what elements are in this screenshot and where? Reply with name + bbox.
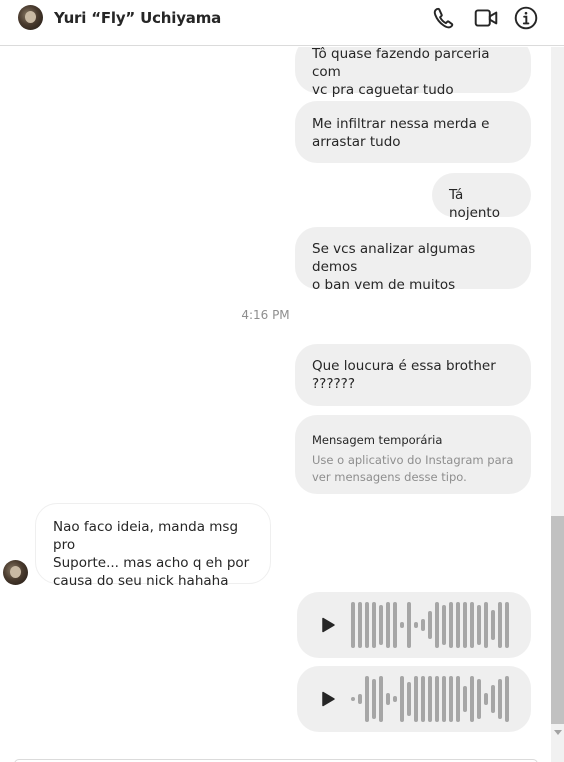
waveform-bar	[372, 602, 376, 648]
waveform-bar	[400, 676, 404, 722]
message-bubble-outgoing[interactable]: Tô quase fazendo parceria com vc pra cag…	[295, 47, 531, 98]
temporary-message-text: ver mensagens desse tipo.	[312, 470, 467, 484]
message-timestamp: 4:16 PM	[241, 308, 290, 322]
waveform	[351, 674, 511, 724]
waveform-bar	[414, 676, 418, 722]
message-line: vc pra caguetar tudo	[312, 82, 454, 98]
info-icon[interactable]	[513, 5, 539, 31]
message-line: Suporte... mas acho q eh por	[53, 555, 250, 571]
waveform-bar	[449, 602, 453, 648]
waveform-bar	[365, 602, 369, 648]
waveform-bar	[428, 676, 432, 722]
phone-icon[interactable]	[431, 5, 457, 31]
play-icon[interactable]	[319, 616, 337, 634]
waveform-bar	[505, 602, 509, 648]
scrollbar[interactable]	[551, 47, 564, 762]
message-line: o ban vem de muitos	[312, 277, 456, 293]
waveform-bar	[421, 619, 425, 631]
scrollbar-thumb[interactable]	[551, 516, 564, 724]
message-line: Me infiltrar nessa merda e	[312, 116, 490, 132]
waveform-bar	[407, 602, 411, 648]
waveform-bar	[400, 622, 404, 628]
waveform-bar	[456, 676, 460, 722]
waveform-bar	[372, 679, 376, 719]
waveform-bar	[463, 602, 467, 648]
sender-avatar[interactable]	[3, 560, 28, 585]
waveform-bar	[414, 622, 418, 628]
waveform-bar	[379, 676, 383, 722]
message-bubble-outgoing[interactable]: Me infiltrar nessa merda e arrastar tudo	[295, 101, 531, 163]
waveform-bar	[386, 693, 390, 705]
waveform-bar	[477, 679, 481, 719]
waveform-bar	[386, 602, 390, 648]
waveform-bar	[393, 696, 397, 702]
waveform-bar	[498, 602, 502, 648]
message-bubble-incoming[interactable]: Nao faco ideia, manda msg pro Suporte...…	[35, 503, 271, 589]
play-icon[interactable]	[319, 690, 337, 708]
contact-avatar[interactable]	[18, 5, 43, 30]
waveform-bar	[463, 686, 467, 712]
waveform-bar	[442, 676, 446, 722]
voice-message[interactable]	[297, 592, 531, 658]
waveform-bar	[498, 679, 502, 719]
message-line: Nao faco ideia, manda msg pro	[53, 519, 239, 553]
waveform-bar	[435, 602, 439, 648]
waveform-bar	[358, 694, 362, 704]
message-line: Tá nojento	[449, 187, 500, 221]
voice-message[interactable]	[297, 666, 531, 732]
waveform-bar	[491, 685, 495, 713]
message-line: Tô quase fazendo parceria com	[312, 47, 490, 80]
temporary-message-bubble[interactable]: Mensagem temporária Use o aplicativo do …	[295, 415, 531, 494]
waveform-bar	[470, 676, 474, 722]
scroll-down-arrow-icon[interactable]	[554, 730, 562, 735]
waveform-bar	[351, 602, 355, 648]
message-line: causa do seu nick hahaha	[53, 573, 229, 589]
chat-header: Yuri “Fly” Uchiyama	[0, 0, 564, 46]
waveform	[351, 600, 511, 650]
waveform-bar	[428, 611, 432, 639]
waveform-bar	[365, 676, 369, 722]
waveform-bar	[421, 676, 425, 722]
waveform-bar	[351, 697, 355, 701]
waveform-bar	[442, 605, 446, 645]
waveform-bar	[407, 682, 411, 716]
message-bubble-outgoing[interactable]: Se vcs analizar algumas demos o ban vem …	[295, 227, 531, 293]
temporary-message-text: Use o aplicativo do Instagram para	[312, 453, 514, 467]
message-line: ??????	[312, 376, 355, 392]
message-line: Se vcs analizar algumas demos	[312, 241, 476, 275]
waveform-bar	[393, 602, 397, 648]
waveform-bar	[379, 605, 383, 645]
contact-name[interactable]: Yuri “Fly” Uchiyama	[54, 9, 221, 27]
waveform-bar	[505, 676, 509, 722]
waveform-bar	[470, 602, 474, 648]
waveform-bar	[491, 610, 495, 640]
waveform-bar	[484, 602, 488, 648]
waveform-bar	[435, 676, 439, 722]
waveform-bar	[456, 602, 460, 648]
message-line: arrastar tudo	[312, 134, 401, 150]
waveform-bar	[449, 676, 453, 722]
waveform-bar	[358, 602, 362, 648]
message-line: Que loucura é essa brother	[312, 358, 496, 374]
temporary-message-title: Mensagem temporária	[312, 433, 443, 447]
message-thread[interactable]: Tô quase fazendo parceria com vc pra cag…	[0, 47, 551, 762]
video-icon[interactable]	[473, 5, 499, 31]
waveform-bar	[477, 605, 481, 645]
message-bubble-outgoing[interactable]: Que loucura é essa brother ??????	[295, 344, 531, 406]
message-bubble-outgoing[interactable]: Tá nojento	[432, 173, 531, 221]
waveform-bar	[484, 693, 488, 705]
